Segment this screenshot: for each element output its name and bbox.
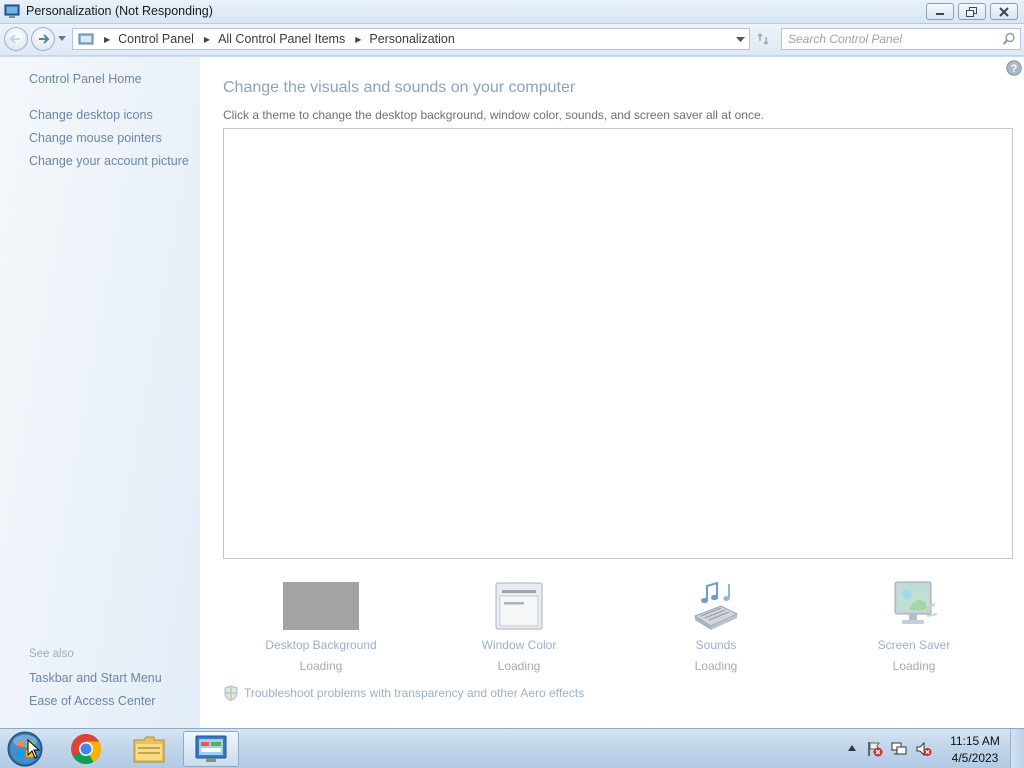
page-title: Change the visuals and sounds on your co… xyxy=(223,79,576,96)
breadcrumb-separator-icon[interactable]: ▶ xyxy=(204,35,210,44)
change-account-picture-link[interactable]: Change your account picture xyxy=(29,154,189,168)
refresh-button[interactable] xyxy=(752,28,774,50)
screen-saver-icon xyxy=(894,581,938,624)
minimize-button[interactable] xyxy=(926,3,954,20)
help-icon[interactable]: ? xyxy=(1006,60,1022,76)
page-description: Click a theme to change the desktop back… xyxy=(223,108,764,122)
search-box[interactable] xyxy=(781,28,1021,50)
forward-button[interactable] xyxy=(31,27,55,51)
see-also-heading: See also xyxy=(29,648,74,660)
desktop-background-status: Loading xyxy=(299,659,343,673)
search-icon[interactable] xyxy=(1002,32,1016,46)
restore-icon xyxy=(966,6,977,17)
back-button[interactable] xyxy=(4,27,28,51)
show-hidden-icons-arrow[interactable] xyxy=(848,745,856,751)
minimize-icon xyxy=(936,12,944,15)
change-mouse-pointers-link[interactable]: Change mouse pointers xyxy=(29,131,162,145)
control-panel-icon xyxy=(195,735,227,762)
sounds-status: Loading xyxy=(694,659,738,673)
themes-list[interactable] xyxy=(223,128,1013,559)
address-bar[interactable]: ▶ Control Panel ▶ All Control Panel Item… xyxy=(72,28,750,50)
control-panel-folder-icon xyxy=(78,33,94,45)
taskbar: 11:15 AM 4/5/2023 xyxy=(0,728,1024,768)
ease-of-access-center-link[interactable]: Ease of Access Center xyxy=(29,694,155,708)
file-explorer-icon xyxy=(133,736,165,763)
taskbar-file-explorer[interactable] xyxy=(121,731,177,767)
network-icon[interactable] xyxy=(891,741,907,757)
restore-button[interactable] xyxy=(958,3,986,20)
troubleshoot-aero-link[interactable]: Troubleshoot problems with transparency … xyxy=(223,685,584,701)
close-icon xyxy=(999,6,1009,17)
title-bar[interactable]: Personalization (Not Responding) xyxy=(0,0,1024,24)
taskbar-and-start-menu-link[interactable]: Taskbar and Start Menu xyxy=(29,671,162,685)
desktop-background-icon xyxy=(283,582,359,630)
show-desktop-button[interactable] xyxy=(1010,729,1024,768)
back-arrow-icon xyxy=(9,34,20,44)
taskbar-chrome[interactable] xyxy=(58,731,114,767)
volume-muted-icon[interactable] xyxy=(916,741,932,757)
change-desktop-icons-link[interactable]: Change desktop icons xyxy=(29,108,153,122)
clock[interactable]: 11:15 AM 4/5/2023 xyxy=(942,733,1008,767)
action-center-flag-icon[interactable] xyxy=(867,741,883,757)
window-color-tile[interactable]: Window Color Loading xyxy=(444,578,594,673)
close-button[interactable] xyxy=(990,3,1018,20)
taskbar-control-panel[interactable] xyxy=(183,731,239,767)
window-title: Personalization (Not Responding) xyxy=(26,4,213,18)
navigation-bar: ▶ Control Panel ▶ All Control Panel Item… xyxy=(0,24,1024,56)
screen-saver-status: Loading xyxy=(892,659,936,673)
control-panel-home-link[interactable]: Control Panel Home xyxy=(29,72,142,86)
screen-saver-label[interactable]: Screen Saver xyxy=(839,638,989,652)
clock-date: 4/5/2023 xyxy=(951,751,999,765)
window-color-label[interactable]: Window Color xyxy=(444,638,594,652)
personalization-app-icon xyxy=(4,4,20,18)
main-content: ? Change the visuals and sounds on your … xyxy=(200,57,1024,728)
task-pane: Control Panel Home Change desktop icons … xyxy=(0,57,200,728)
address-history-chevron-down-icon[interactable] xyxy=(736,37,745,43)
shield-icon xyxy=(224,685,238,701)
chrome-icon xyxy=(71,733,102,765)
breadcrumb-separator-icon[interactable]: ▶ xyxy=(355,35,361,44)
sounds-icon xyxy=(693,581,739,630)
forward-arrow-icon xyxy=(39,34,50,44)
refresh-icon xyxy=(757,33,769,45)
screen-saver-tile[interactable]: Screen Saver Loading xyxy=(839,578,989,673)
svg-text:?: ? xyxy=(1011,63,1018,75)
sounds-label[interactable]: Sounds xyxy=(641,638,791,652)
window-color-icon xyxy=(495,582,543,630)
troubleshoot-aero-label[interactable]: Troubleshoot problems with transparency … xyxy=(244,686,584,700)
mouse-cursor-icon xyxy=(27,739,41,759)
breadcrumb-separator-icon[interactable]: ▶ xyxy=(104,35,110,44)
recent-pages-chevron-down-icon[interactable] xyxy=(58,36,66,42)
search-input[interactable] xyxy=(788,31,998,47)
desktop-background-tile[interactable]: Desktop Background Loading xyxy=(246,578,396,673)
breadcrumb-personalization[interactable]: Personalization xyxy=(369,32,454,46)
desktop-background-label[interactable]: Desktop Background xyxy=(246,638,396,652)
clock-time: 11:15 AM xyxy=(950,734,1000,748)
sounds-tile[interactable]: Sounds Loading xyxy=(641,578,791,673)
breadcrumb-control-panel[interactable]: Control Panel xyxy=(118,32,194,46)
window-color-status: Loading xyxy=(497,659,541,673)
breadcrumb-all-control-panel-items[interactable]: All Control Panel Items xyxy=(218,32,345,46)
